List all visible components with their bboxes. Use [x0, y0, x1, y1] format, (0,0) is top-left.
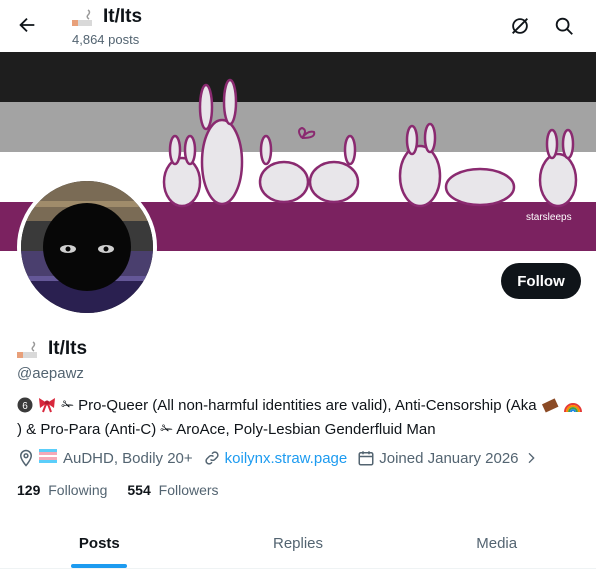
profile-meta: AuDHD, Bodily 20+ koilynx.straw.page Joi…	[17, 449, 549, 467]
profile-name-text: It/Its	[48, 338, 88, 359]
tab-replies[interactable]: Replies	[199, 518, 398, 568]
location-text: AuDHD, Bodily 20+	[63, 449, 193, 467]
no-notifications-button[interactable]	[507, 13, 533, 39]
joined-item: Joined January 2026	[357, 449, 538, 467]
banner-signature: starsleeps	[526, 212, 572, 223]
calendar-icon	[358, 451, 374, 466]
following-link[interactable]: 129 Following	[17, 482, 107, 498]
top-bar: It/Its 4,864 posts	[0, 0, 596, 52]
header-title-block: It/Its 4,864 posts	[72, 5, 142, 48]
chevron-right-icon[interactable]	[523, 450, 539, 466]
active-tab-indicator	[71, 564, 128, 568]
follow-counts: 129 Following 554 Followers	[17, 482, 219, 498]
profile-name: It/Its	[17, 338, 87, 360]
ribbon-icon	[37, 397, 57, 419]
joined-text: Joined January 2026	[379, 449, 519, 467]
trans-flag-icon	[39, 449, 57, 467]
tab-media[interactable]: Media	[397, 518, 596, 568]
tab-label: Media	[476, 534, 518, 552]
cigarette-emoji-icon	[17, 340, 41, 358]
bio-text-line2: ) & Pro-Para (Anti-C) ✁ AroAce, Poly-Les…	[17, 421, 436, 438]
no-notifications-icon	[512, 18, 528, 34]
following-label: Following	[48, 482, 108, 498]
profile-handle: @aepawz	[17, 365, 84, 382]
tab-posts[interactable]: Posts	[0, 518, 199, 568]
profile-bio: 6 ✁ Pro-Queer (All non-harmful identitie…	[17, 395, 587, 440]
followers-count: 554	[127, 482, 151, 498]
tab-label: Replies	[272, 534, 324, 552]
page-title: It/Its	[72, 5, 142, 29]
profile-tabs: Posts Replies Media	[0, 518, 596, 569]
brownie-icon	[541, 397, 559, 419]
location-pin-icon	[19, 449, 33, 467]
following-count: 129	[17, 482, 41, 498]
posts-count: 4,864 posts	[72, 32, 140, 47]
search-button[interactable]	[551, 13, 577, 39]
six-badge-icon: 6	[17, 397, 33, 419]
link-icon	[205, 451, 219, 465]
location-item: AuDHD, Bodily 20+	[17, 449, 193, 467]
arrow-left-icon	[19, 17, 35, 33]
followers-link[interactable]: 554 Followers	[127, 482, 218, 498]
rainbow-icon	[563, 397, 583, 419]
bio-text-line1: ✁ Pro-Queer (All non-harmful identities …	[61, 397, 537, 414]
svg-text:6: 6	[22, 401, 28, 412]
search-icon	[555, 17, 573, 35]
avatar[interactable]	[17, 177, 157, 317]
followers-label: Followers	[158, 482, 219, 498]
follow-button[interactable]: Follow	[501, 263, 581, 299]
website-item: koilynx.straw.page	[203, 449, 348, 467]
back-button[interactable]	[14, 12, 40, 38]
website-link[interactable]: koilynx.straw.page	[225, 450, 348, 467]
tab-label: Posts	[78, 534, 120, 552]
cigarette-emoji-icon	[72, 8, 96, 26]
page-title-text: It/Its	[103, 6, 143, 27]
avatar-image	[21, 181, 153, 313]
